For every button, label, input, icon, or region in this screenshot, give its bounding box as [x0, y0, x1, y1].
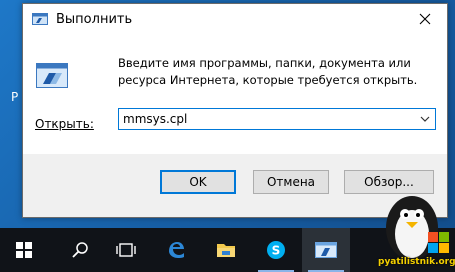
search-icon — [72, 242, 88, 258]
run-taskbar-button[interactable] — [302, 228, 350, 272]
svg-text:S: S — [272, 244, 281, 258]
start-icon — [16, 242, 32, 258]
desktop-partial-label: P — [11, 90, 19, 104]
task-view-icon — [116, 243, 136, 257]
run-program-icon — [36, 63, 68, 88]
dialog-title: Выполнить — [56, 12, 133, 27]
close-button[interactable] — [403, 4, 447, 34]
start-button[interactable] — [0, 228, 48, 272]
edge-button[interactable] — [152, 228, 200, 272]
file-explorer-icon — [217, 244, 235, 257]
watermark-text: pyatilistnik.org — [378, 257, 455, 267]
skype-icon: S — [267, 241, 285, 259]
task-view-button[interactable] — [102, 228, 150, 272]
edge-icon — [169, 242, 184, 258]
title-bar[interactable]: Выполнить — [23, 4, 447, 34]
open-label-text: Открыть: — [35, 117, 94, 131]
file-explorer-button[interactable] — [202, 228, 250, 272]
open-input[interactable] — [123, 109, 413, 129]
run-icon — [32, 13, 48, 25]
run-dialog: Выполнить Введите имя программы, папки, … — [22, 3, 448, 218]
cancel-button[interactable]: Отмена — [253, 170, 329, 194]
open-combobox[interactable] — [118, 108, 436, 130]
search-button[interactable] — [56, 228, 104, 272]
skype-button[interactable]: S — [252, 228, 300, 272]
dialog-description: Введите имя программы, папки, документа … — [118, 56, 418, 87]
dropdown-button[interactable] — [415, 109, 435, 129]
open-label: Открыть: — [35, 117, 94, 131]
close-icon — [419, 13, 431, 25]
run-icon — [315, 242, 337, 258]
dialog-content: Введите имя программы, папки, документа … — [23, 34, 447, 154]
chevron-down-icon — [420, 116, 430, 122]
ok-button[interactable]: OK — [160, 170, 236, 194]
